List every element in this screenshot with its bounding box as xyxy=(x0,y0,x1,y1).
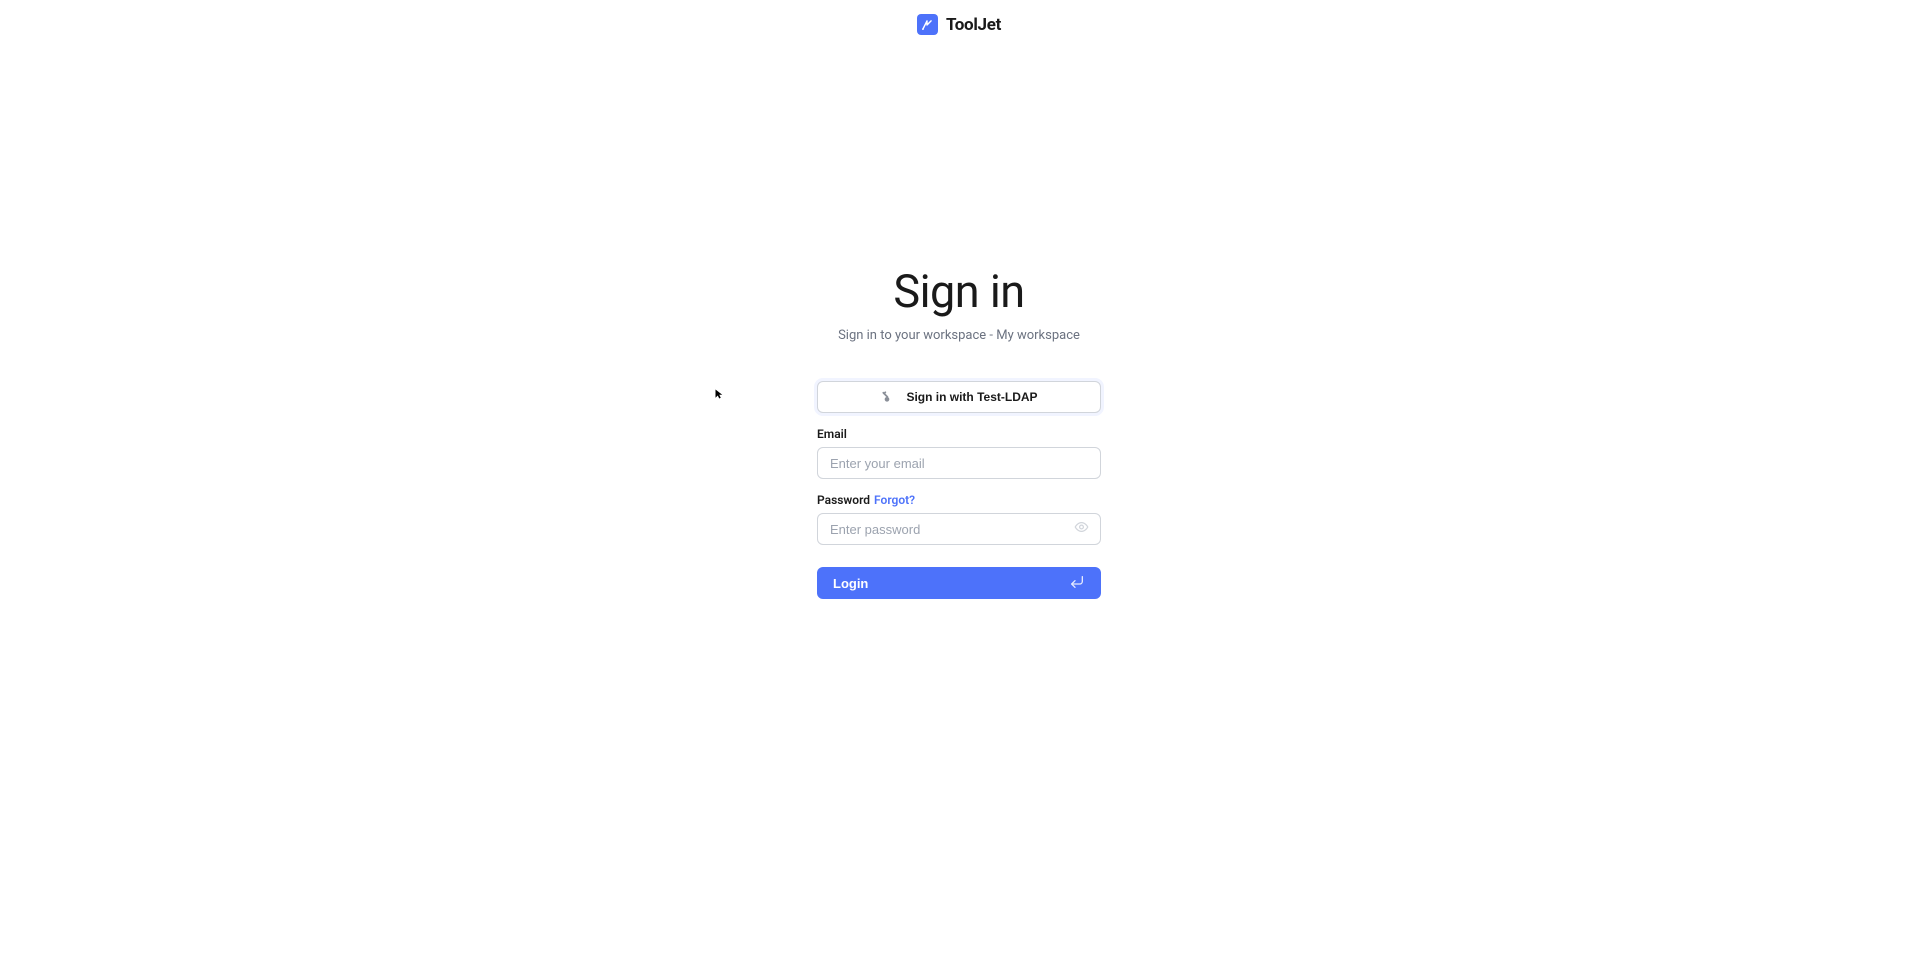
logo-icon xyxy=(917,14,938,35)
password-label: Password xyxy=(817,493,870,507)
brand-name: ToolJet xyxy=(946,15,1001,35)
sso-ldap-button[interactable]: Sign in with Test-LDAP xyxy=(817,381,1101,413)
page-title: Sign in xyxy=(893,265,1024,318)
email-field-group: Email xyxy=(817,427,1101,479)
page-subtitle: Sign in to your workspace - My workspace xyxy=(838,328,1080,343)
login-button[interactable]: Login xyxy=(817,567,1101,599)
password-field-group: Password Forgot? xyxy=(817,493,1101,545)
email-label: Email xyxy=(817,427,847,441)
mouse-cursor-icon xyxy=(714,388,726,400)
enter-arrow-icon xyxy=(1069,574,1085,593)
app-header: ToolJet xyxy=(917,0,1001,35)
email-input[interactable] xyxy=(817,447,1101,479)
key-icon xyxy=(880,389,894,406)
toggle-password-visibility[interactable] xyxy=(1074,520,1089,539)
forgot-password-link[interactable]: Forgot? xyxy=(874,493,915,507)
eye-icon xyxy=(1074,520,1089,539)
signin-form: Sign in Sign in to your workspace - My w… xyxy=(817,265,1101,599)
sso-button-label: Sign in with Test-LDAP xyxy=(906,390,1037,404)
password-input[interactable] xyxy=(817,513,1101,545)
login-button-label: Login xyxy=(833,576,868,591)
